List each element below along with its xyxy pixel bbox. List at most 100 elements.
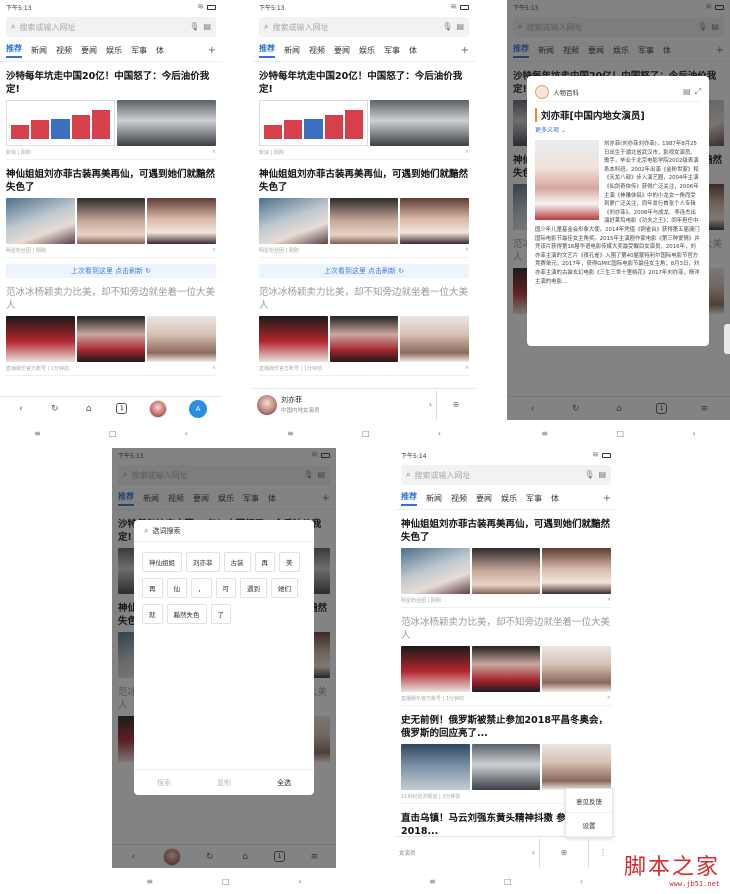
baike-preview-strip[interactable]: 女演员 › ⊕ ⋮ xyxy=(395,836,617,868)
home-square-icon[interactable]: □ xyxy=(362,429,370,438)
copy-button[interactable]: 复制 xyxy=(194,770,254,795)
tab-military[interactable]: 军事 xyxy=(526,493,542,504)
tab-video[interactable]: 视频 xyxy=(309,45,325,56)
word-chip[interactable]: ， xyxy=(191,578,212,598)
tab-count-button[interactable]: 1 xyxy=(116,403,128,414)
back-icon[interactable]: ‹ xyxy=(185,429,188,438)
search-bar[interactable]: ⌕ 搜索或输入网址 🎙 ▤ xyxy=(259,17,469,37)
more-meanings-link[interactable]: 更多义项 ⌄ xyxy=(535,125,701,134)
microphone-icon[interactable]: 🎙 xyxy=(584,471,594,479)
back-icon[interactable]: ‹ xyxy=(15,403,27,415)
window-icon[interactable]: ▤ xyxy=(683,87,691,96)
refresh-bar[interactable]: 上次看到这里 点击刷新 ↻ xyxy=(6,264,216,278)
home-square-icon[interactable]: □ xyxy=(616,429,624,438)
expand-icon[interactable]: ⤢ xyxy=(695,87,701,96)
article-images[interactable] xyxy=(6,198,217,244)
word-chip[interactable]: 古装 xyxy=(223,552,251,572)
home-square-icon[interactable]: □ xyxy=(504,877,512,886)
article-images[interactable] xyxy=(401,646,612,692)
back-icon[interactable]: ‹ xyxy=(438,429,441,438)
scan-icon[interactable]: ▤ xyxy=(203,23,211,31)
word-chip[interactable]: 了 xyxy=(210,604,231,624)
select-all-button[interactable]: 全选 xyxy=(254,770,314,795)
tab-sports[interactable]: 体 xyxy=(409,45,417,56)
tab-entertainment[interactable]: 娱乐 xyxy=(501,493,517,504)
tab-headlines[interactable]: 要闻 xyxy=(476,493,492,504)
back-icon[interactable]: ‹ xyxy=(693,429,696,438)
word-chip[interactable]: 黯然失色 xyxy=(166,604,207,624)
word-chip[interactable]: 她们 xyxy=(271,578,298,598)
word-chip[interactable]: 再 xyxy=(254,552,275,572)
tab-headlines[interactable]: 要闻 xyxy=(81,45,97,56)
back-icon[interactable]: ‹ xyxy=(298,877,301,886)
article-title[interactable]: 沙特每年坑走中国20亿！中国怒了：今后油价我定! xyxy=(259,70,469,96)
article-images[interactable] xyxy=(259,100,469,146)
menu-icon[interactable]: ≡ xyxy=(541,429,548,438)
assist-search-button[interactable]: A xyxy=(189,399,208,418)
article-title[interactable]: 范冰冰杨颖卖力比美，却不知旁边就坐着一位大美人 xyxy=(259,286,469,312)
tab-recommend[interactable]: 推荐 xyxy=(6,43,22,58)
word-chip[interactable]: 就 xyxy=(142,604,163,624)
add-channel-icon[interactable]: + xyxy=(208,45,216,56)
tab-news[interactable]: 新闻 xyxy=(426,493,442,504)
article-images[interactable] xyxy=(6,316,217,362)
word-chip[interactable]: 可 xyxy=(215,578,236,598)
refresh-bar[interactable]: 上次看到这里 点击刷新 ↻ xyxy=(259,264,469,278)
search-zoom-icon[interactable]: ⊕ xyxy=(441,400,471,409)
article-images[interactable] xyxy=(401,744,612,790)
article-images[interactable] xyxy=(6,100,216,146)
menu-icon[interactable]: ≡ xyxy=(429,877,436,886)
chevron-right-icon[interactable]: › xyxy=(429,400,432,409)
article-title[interactable]: 史无前例！俄罗斯被禁止参加2018平昌冬奥会，俄罗斯的回应亮了... xyxy=(401,714,611,740)
tab-military[interactable]: 军事 xyxy=(131,45,147,56)
menu-icon[interactable]: ≡ xyxy=(287,429,294,438)
tab-recommend[interactable]: 推荐 xyxy=(401,491,417,506)
article-title[interactable]: 神仙姐姐刘亦菲古装再美再仙，可遇到她们就黯然失色了 xyxy=(259,168,469,194)
add-channel-icon[interactable]: + xyxy=(461,45,469,56)
word-chip[interactable]: 神仙姐姐 xyxy=(142,552,182,572)
search-zoom-icon[interactable]: ⊕ xyxy=(544,848,584,857)
feedback-menu-item[interactable]: 意见反馈 xyxy=(566,789,612,813)
add-channel-icon[interactable]: + xyxy=(603,493,611,504)
tab-entertainment[interactable]: 娱乐 xyxy=(106,45,122,56)
microphone-icon[interactable]: 🎙 xyxy=(442,23,452,31)
refresh-icon[interactable]: ↻ xyxy=(49,403,61,415)
search-button[interactable]: 搜索 xyxy=(134,770,194,795)
baike-avatar-button[interactable] xyxy=(149,399,168,418)
home-square-icon[interactable]: □ xyxy=(222,877,230,886)
article-images[interactable] xyxy=(259,316,470,362)
scan-icon[interactable]: ▤ xyxy=(456,23,464,31)
tab-video[interactable]: 视频 xyxy=(451,493,467,504)
home-square-icon[interactable]: □ xyxy=(109,429,117,438)
microphone-icon[interactable]: 🎙 xyxy=(189,23,199,31)
side-handle[interactable] xyxy=(724,324,730,354)
tab-news[interactable]: 新闻 xyxy=(31,45,47,56)
scan-icon[interactable]: ▤ xyxy=(598,471,606,479)
tab-entertainment[interactable]: 娱乐 xyxy=(359,45,375,56)
word-chip[interactable]: 遇到 xyxy=(240,578,267,598)
search-bar[interactable]: ⌕ 搜索或输入网址 🎙 ▤ xyxy=(401,465,611,485)
word-chip[interactable]: 仙 xyxy=(166,578,187,598)
word-chip[interactable]: 再 xyxy=(142,578,163,598)
tab-sports[interactable]: 体 xyxy=(551,493,559,504)
tab-news[interactable]: 新闻 xyxy=(284,45,300,56)
search-bar[interactable]: ⌕ 搜索或输入网址 🎙 ▤ xyxy=(6,17,216,37)
back-icon[interactable]: ‹ xyxy=(580,877,583,886)
tab-military[interactable]: 军事 xyxy=(384,45,400,56)
more-vertical-icon[interactable]: ⋮ xyxy=(593,848,613,857)
article-title[interactable]: 范冰冰杨颖卖力比美，却不知旁边就坐着一位大美人 xyxy=(401,616,611,642)
word-chip[interactable]: 刘亦菲 xyxy=(186,552,220,572)
menu-icon[interactable]: ≡ xyxy=(146,877,153,886)
article-title[interactable]: 神仙姐姐刘亦菲古装再美再仙，可遇到她们就黯然失色了 xyxy=(6,168,216,194)
tab-recommend[interactable]: 推荐 xyxy=(259,43,275,58)
article-title[interactable]: 范冰冰杨颖卖力比美，却不知旁边就坐着一位大美人 xyxy=(6,286,216,312)
word-chip[interactable]: 美 xyxy=(279,552,300,572)
article-images[interactable] xyxy=(259,198,470,244)
baike-preview-strip[interactable]: 刘亦菲 中国内地女演员 › ⊕ xyxy=(253,388,475,420)
article-title[interactable]: 沙特每年坑走中国20亿！中国怒了：今后油价我定! xyxy=(6,70,216,96)
tab-sports[interactable]: 体 xyxy=(156,45,164,56)
chevron-right-icon[interactable]: › xyxy=(532,848,535,857)
settings-menu-item[interactable]: 设置 xyxy=(566,813,612,837)
article-title[interactable]: 神仙姐姐刘亦菲古装再美再仙，可遇到她们就黯然失色了 xyxy=(401,518,611,544)
article-images[interactable] xyxy=(401,548,612,594)
